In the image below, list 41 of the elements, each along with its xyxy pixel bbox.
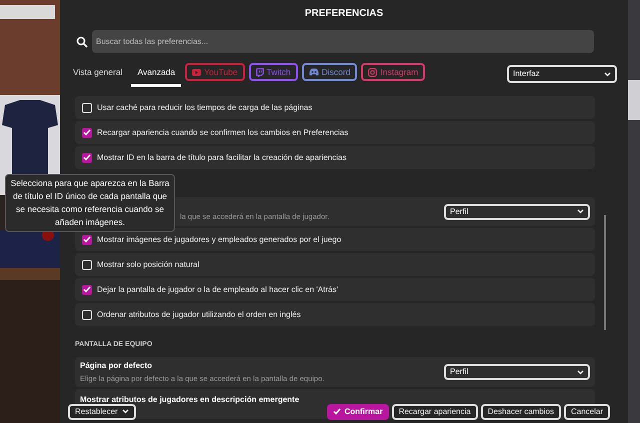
category-dropdown[interactable]: Interfaz (507, 65, 617, 83)
play-icon (192, 68, 202, 76)
option-label: Usar caché para reducir los tiempos de carga de las páginas (97, 102, 312, 114)
chevron-icon (577, 370, 584, 374)
setting-title: Mostrar atributos de jugadores en descripción emergente (80, 394, 300, 406)
tab[interactable]: Vista general (70, 66, 126, 87)
search-field[interactable]: Buscar todas las preferencias... (92, 30, 594, 53)
social-link[interactable]: Discord (302, 63, 358, 81)
option-label: Ordenar atributos de jugador utilizando el orden en inglés (97, 308, 301, 320)
checkbox[interactable] (82, 128, 92, 138)
checkbox[interactable] (82, 260, 92, 270)
tab[interactable]: Avanzada (131, 66, 182, 87)
tooltip: Selecciona para que aparezca en la Barra de título el ID único de cada pantalla que se necesita como referencia cuando se añaden imágenes. (5, 174, 175, 232)
reset-button[interactable]: Restablecer (68, 404, 136, 420)
checkbox[interactable] (82, 102, 92, 112)
checkbox[interactable] (82, 234, 92, 244)
checkbox[interactable] (82, 284, 92, 294)
dropdown[interactable]: Perfil (444, 364, 590, 380)
chevron-icon (577, 209, 584, 214)
camera-icon (368, 68, 378, 76)
chevron-icon (604, 72, 611, 76)
chat-icon (256, 68, 264, 76)
option-label: Dejar la pantalla de jugador o la de empleado al hacer clic en 'Atrás' (97, 284, 338, 296)
action-button[interactable]: Cancelar (564, 404, 610, 420)
action-button[interactable]: Recargar apariencia (392, 404, 478, 420)
option-label: Mostrar solo posición natural (97, 258, 200, 270)
checkbox[interactable] (82, 152, 92, 162)
option-label: Recargar apariencia cuando se confirmen los cambios en Preferencias (97, 126, 348, 138)
search-icon (76, 36, 88, 48)
setting-title: Página por defecto (80, 360, 154, 372)
option-label: Mostrar ID en la barra de título para facilitar la creación de apariencias (97, 152, 346, 164)
dropdown[interactable]: Perfil (444, 204, 590, 220)
option-label: Mostrar imágenes de jugadores y empleados generados por el juego (97, 234, 342, 246)
window-title: PREFERENCIAS (304, 7, 384, 20)
check-icon (333, 408, 342, 415)
confirm-button[interactable]: Confirmar (327, 404, 389, 420)
chevron-icon (122, 409, 129, 414)
checkbox[interactable] (82, 310, 92, 320)
scrollbar[interactable] (604, 215, 606, 330)
gamepad-icon (308, 68, 319, 76)
action-button[interactable]: Deshacer cambios (480, 404, 561, 420)
